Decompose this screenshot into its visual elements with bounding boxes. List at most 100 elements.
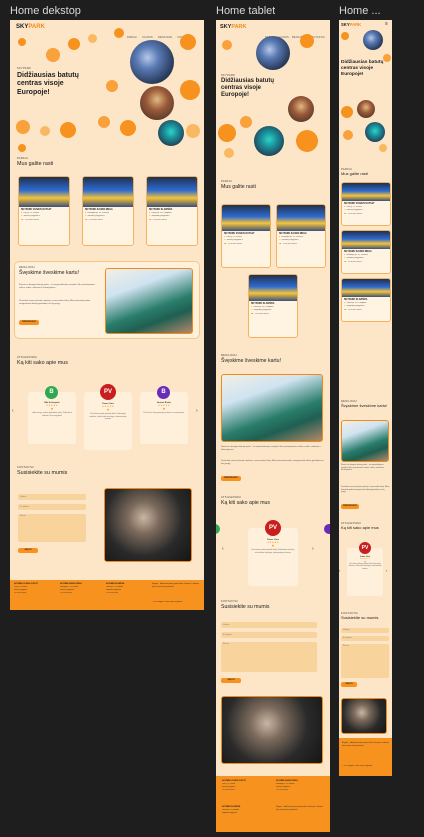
park-card[interactable]: SKYPARK KAUNO MEGA ●Islandijos pl. 32, K… <box>276 204 326 268</box>
park-phone-row[interactable]: ☎+370 600 00001 <box>85 219 131 221</box>
park-name: SKYPARK VILNIUS OUTLET <box>21 209 52 211</box>
frame-label-tablet[interactable]: Home tablet <box>216 5 275 17</box>
contact-send-button[interactable]: SIŲSTI <box>221 678 241 683</box>
footer-park-name: SKYPARK KLAIPĖDA <box>106 583 125 585</box>
park-address: Islandijos pl. 32, Kaunas <box>346 254 368 257</box>
parks-title: Mus galite rasti <box>341 171 368 176</box>
park-phone: +370 600 00002 <box>254 312 270 315</box>
park-email-row[interactable]: ✉vilnius@skypark.lt <box>21 215 67 217</box>
party-text-1: Šventė su draugais batutų parke – tai ne… <box>341 464 385 472</box>
party-text-2: Pasirinkite norimą šventės paketą ir rez… <box>221 460 324 466</box>
park-email-row[interactable]: ✉klaipeda@skypark.lt <box>149 215 195 217</box>
contact-name-input[interactable]: Vardas <box>221 622 317 628</box>
menu-icon[interactable]: ≡ <box>385 21 388 27</box>
party-reserve-button[interactable]: REZERVUOK <box>19 320 39 325</box>
footer-phone[interactable]: +370 600 00001 <box>276 789 326 791</box>
decor-circle <box>341 32 349 40</box>
footer-email[interactable]: kaunas@skypark.lt <box>276 786 326 788</box>
park-email-row[interactable]: ✉kaunas@skypark.lt <box>279 239 323 241</box>
hero-photo-pit <box>158 120 184 146</box>
park-address-row: ●Taikos pr. 61, Klaipėda <box>251 306 295 308</box>
party-title: Švęskime šveskime kartu! <box>19 270 79 276</box>
park-card[interactable]: SKYPARK KLAIPĖDA ●Taikos pr. 61, Klaipėd… <box>341 278 391 322</box>
park-address-row: ●Islandijos pl. 32, Kaunas <box>279 236 323 238</box>
park-address-row: ●Taikos pr. 61, Klaipėda <box>149 212 195 214</box>
park-phone-row[interactable]: ☎+370 600 00002 <box>149 219 195 221</box>
footer-address: Taikos pr. 61, Klaipėda <box>106 586 123 588</box>
park-phone-row[interactable]: ☎+370 600 00001 <box>279 243 323 245</box>
park-phone-row[interactable]: ☎+370 600 00000 <box>344 213 388 215</box>
contact-title: Susisiekite su mumis <box>17 470 68 476</box>
park-email-row[interactable]: ✉kaunas@skypark.lt <box>344 257 388 259</box>
park-address-row: ●Ozo g. 25, Vilnius <box>21 212 67 214</box>
contact-photo <box>221 696 323 764</box>
logo[interactable]: SKYPARK <box>16 24 45 30</box>
contact-send-button[interactable]: SIŲSTI <box>18 548 38 553</box>
footer-about: Skypark – didžiausias batutų parkų tinkl… <box>152 583 199 588</box>
reviews-prev-arrow-icon[interactable]: ‹ <box>12 408 14 414</box>
park-email-row[interactable]: ✉klaipeda@skypark.lt <box>344 305 388 307</box>
party-reserve-button[interactable]: REZERVUOK <box>221 476 241 481</box>
nav-kainos[interactable]: KAINOS <box>142 36 153 39</box>
contact-name-input[interactable]: Vardas <box>341 628 389 633</box>
reviews-next-arrow-icon[interactable]: › <box>312 546 314 552</box>
reviews-next-arrow-icon[interactable]: › <box>196 408 198 414</box>
reviews-next-arrow-icon[interactable]: › <box>386 568 387 573</box>
nav-renginiai[interactable]: RENGINIAI <box>158 36 173 39</box>
phone-icon: ☎ <box>21 218 24 221</box>
footer-email[interactable]: klaipeda@skypark.lt <box>222 812 272 814</box>
contact-message-input[interactable]: Žinutė <box>341 644 389 678</box>
footer-email[interactable]: vilnius@skypark.lt <box>222 786 272 788</box>
contact-email-input[interactable]: El. paštas <box>341 636 389 641</box>
frame-label-desktop[interactable]: Home dekstop <box>10 5 81 17</box>
footer-email[interactable]: vilnius@skypark.lt <box>14 589 56 591</box>
footer-park-name: SKYPARK KLAIPĖDA <box>222 806 241 808</box>
decor-circle <box>40 126 50 136</box>
contact-name-input[interactable]: Vardas <box>18 494 86 500</box>
logo[interactable]: SKYPARK <box>220 24 247 30</box>
footer-email[interactable]: klaipeda@skypark.lt <box>106 589 148 591</box>
footer-about: Skypark – didžiausias batutų parkų tinkl… <box>342 742 389 747</box>
park-phone-row[interactable]: ☎+370 600 00002 <box>251 313 295 315</box>
footer-park-col: SKYPARK VILNIUS OUTLET Ozo g. 25, Vilniu… <box>222 780 272 792</box>
footer-phone[interactable]: +370 600 00000 <box>14 592 56 594</box>
park-card[interactable]: SKYPARK KAUNO MEGA ●Islandijos pl. 32, K… <box>341 230 391 274</box>
park-email-row[interactable]: ✉kaunas@skypark.lt <box>85 215 131 217</box>
party-reserve-button[interactable]: REZERVUOK <box>341 504 359 509</box>
logo[interactable]: SKYPARK <box>341 22 361 27</box>
park-card[interactable]: SKYPARK KLAIPĖDA ●Taikos pr. 61, Klaipėd… <box>146 176 198 246</box>
park-address: Islandijos pl. 32, Kaunas <box>281 236 303 239</box>
contact-send-button[interactable]: SIŲSTI <box>341 682 357 687</box>
contact-email-input[interactable]: El. paštas <box>221 632 317 638</box>
park-email: klaipeda@skypark.lt <box>253 309 272 312</box>
park-email: vilnius@skypark.lt <box>23 215 40 218</box>
park-card[interactable]: SKYPARK VILNIUS OUTLET ●Ozo g. 25, Vilni… <box>221 204 271 268</box>
party-title: Švęskime šveskime kartu! <box>341 403 388 408</box>
park-card[interactable]: SKYPARK VILNIUS OUTLET ●Ozo g. 25, Vilni… <box>341 182 391 226</box>
mail-icon: ✉ <box>224 239 226 242</box>
park-address-row: ●Ozo g. 25, Vilnius <box>344 206 388 208</box>
footer-email[interactable]: kaunas@skypark.lt <box>60 589 102 591</box>
footer-phone[interactable]: +370 600 00000 <box>222 789 272 791</box>
park-email-row[interactable]: ✉klaipeda@skypark.lt <box>251 309 295 311</box>
park-card[interactable]: SKYPARK VILNIUS OUTLET ●Ozo g. 25, Vilni… <box>18 176 70 246</box>
park-address-row: ●Islandijos pl. 32, Kaunas <box>85 212 131 214</box>
park-phone-row[interactable]: ☎+370 600 00002 <box>344 309 388 311</box>
footer-phone[interactable]: +370 600 00001 <box>60 592 102 594</box>
footer-address: Islandijos pl. 32, Kaunas <box>276 783 295 785</box>
frame-label-mobile[interactable]: Home ... <box>339 5 399 17</box>
contact-email-input[interactable]: El. paštas <box>18 504 86 510</box>
nav-parkai[interactable]: PARKAI <box>127 36 137 39</box>
park-phone-row[interactable]: ☎+370 600 00001 <box>344 261 388 263</box>
park-phone-row[interactable]: ☎+370 600 00000 <box>21 219 67 221</box>
park-email-row[interactable]: ✉vilnius@skypark.lt <box>344 209 388 211</box>
park-email-row[interactable]: ✉vilnius@skypark.lt <box>224 239 268 241</box>
reviews-prev-arrow-icon[interactable]: ‹ <box>339 568 340 573</box>
park-card[interactable]: SKYPARK KLAIPĖDA ●Taikos pr. 61, Klaipėd… <box>248 274 298 338</box>
park-phone-row[interactable]: ☎+370 600 00000 <box>224 243 268 245</box>
footer-phone[interactable]: +370 600 00002 <box>106 592 148 594</box>
reviews-prev-arrow-icon[interactable]: ‹ <box>222 546 224 552</box>
contact-message-input[interactable]: Žinutė <box>221 642 317 672</box>
contact-message-input[interactable]: Žinutė <box>18 514 86 542</box>
park-card[interactable]: SKYPARK KAUNO MEGA ●Islandijos pl. 32, K… <box>82 176 134 246</box>
